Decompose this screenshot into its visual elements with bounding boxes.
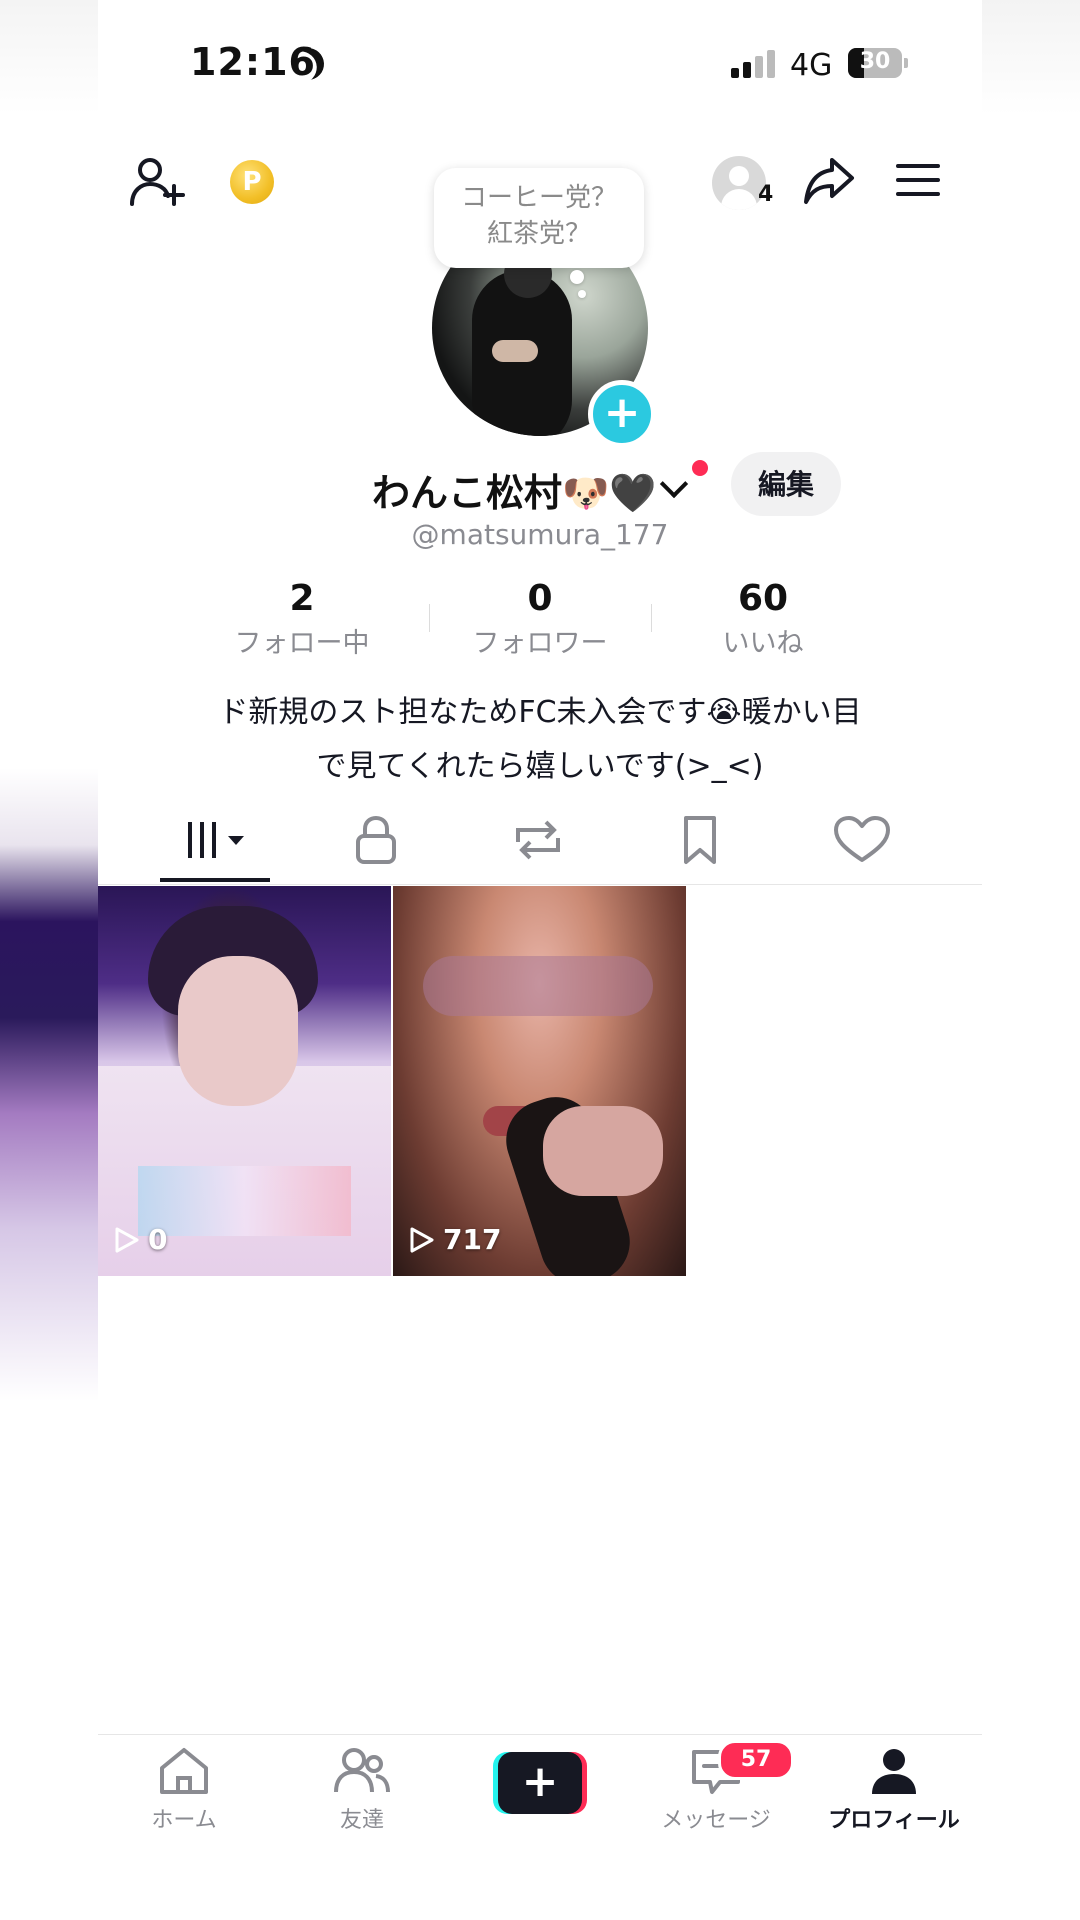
blurred-backdrop-left	[0, 0, 98, 1920]
bookmark-icon[interactable]	[660, 812, 740, 868]
lock-icon[interactable]	[336, 812, 416, 868]
play-count: 0	[114, 1223, 167, 1256]
profile-handle: @matsumura_177	[411, 518, 669, 551]
signal-icon	[731, 48, 777, 78]
nav-profile-label: プロフィール	[828, 1808, 960, 1833]
notification-dot	[692, 460, 708, 476]
battery-tip	[904, 58, 908, 68]
nav-profile[interactable]: プロフィール	[824, 1746, 964, 1834]
profile-name: わんこ松村🐶🖤	[372, 471, 657, 515]
play-count: 717	[409, 1223, 501, 1256]
bubble-line-2: 紅茶党？	[486, 219, 591, 249]
play-count-value: 0	[148, 1223, 168, 1256]
heart-icon[interactable]	[822, 812, 902, 868]
video-thumbnail[interactable]: 0	[98, 886, 391, 1276]
stat-followers[interactable]: 0 フォロワー	[430, 578, 650, 660]
battery-icon: 30	[848, 48, 902, 78]
play-icon	[115, 1227, 139, 1252]
network-type: 4G	[790, 48, 833, 83]
tab-divider	[98, 884, 982, 885]
create-plus-icon: +	[498, 1752, 582, 1814]
bubble-line-1: コーヒー党？	[460, 183, 617, 213]
phone-screen: 12:16 4G 30 P 4 コーヒー党？ 紅茶党？ + わんこ松村🐶🖤 編集…	[98, 0, 982, 1920]
profile-icon	[872, 1749, 916, 1794]
stat-following-label: フォロー中	[234, 628, 370, 659]
chevron-down-icon[interactable]	[659, 469, 689, 499]
blurred-backdrop-right	[982, 0, 1080, 1920]
friends-icon	[334, 1748, 390, 1793]
stat-followers-label: フォロワー	[472, 628, 608, 659]
stat-likes[interactable]: 60 いいね	[653, 578, 873, 660]
nav-friends-label: 友達	[339, 1808, 384, 1833]
stat-followers-value: 0	[527, 578, 553, 619]
play-count-value: 717	[443, 1223, 502, 1256]
stat-following[interactable]: 2 フォロー中	[192, 578, 412, 660]
coin-icon[interactable]: P	[230, 160, 274, 204]
battery-percent: 30	[859, 49, 891, 74]
bubble-dot-small	[578, 290, 586, 298]
nav-home-label: ホーム	[151, 1808, 217, 1833]
bubble-dot-large	[570, 270, 584, 284]
messages-badge: 57	[718, 1740, 794, 1780]
play-icon	[410, 1227, 434, 1252]
video-thumbnail[interactable]: 717	[393, 886, 686, 1276]
create-button[interactable]: +	[493, 1752, 587, 1814]
profile-bio: ド新規のスト担なためFC未入会です😭暖かい目 で見てくれたら嬉しいです(>_<)	[168, 686, 912, 794]
nav-messages-label: メッセージ	[661, 1808, 771, 1833]
nav-home[interactable]: ホーム	[114, 1746, 254, 1834]
stat-likes-value: 60	[737, 578, 789, 619]
repost-icon[interactable]	[498, 812, 578, 868]
avatar-thought-bubble[interactable]: コーヒー党？ 紅茶党？	[434, 168, 644, 268]
add-friend-icon[interactable]	[130, 156, 186, 208]
stat-divider	[651, 604, 652, 632]
home-icon	[160, 1748, 208, 1794]
profile-viewers-count: 4	[758, 182, 774, 207]
edit-profile-button[interactable]: 編集	[731, 452, 841, 516]
bio-line-2: で見てくれたら嬉しいです(>_<)	[316, 749, 764, 784]
stat-following-value: 2	[289, 578, 315, 619]
add-avatar-plus-icon[interactable]: +	[588, 380, 656, 448]
stat-likes-label: いいね	[722, 628, 804, 659]
nav-friends[interactable]: 友達	[292, 1746, 432, 1834]
bio-line-1: ド新規のスト担なためFC未入会です😭暖かい目	[218, 695, 862, 730]
share-icon[interactable]	[802, 156, 856, 206]
active-tab-indicator	[160, 878, 270, 882]
videos-grid-icon[interactable]	[178, 812, 258, 868]
bottom-nav-divider	[98, 1734, 982, 1735]
menu-icon[interactable]	[896, 162, 940, 198]
